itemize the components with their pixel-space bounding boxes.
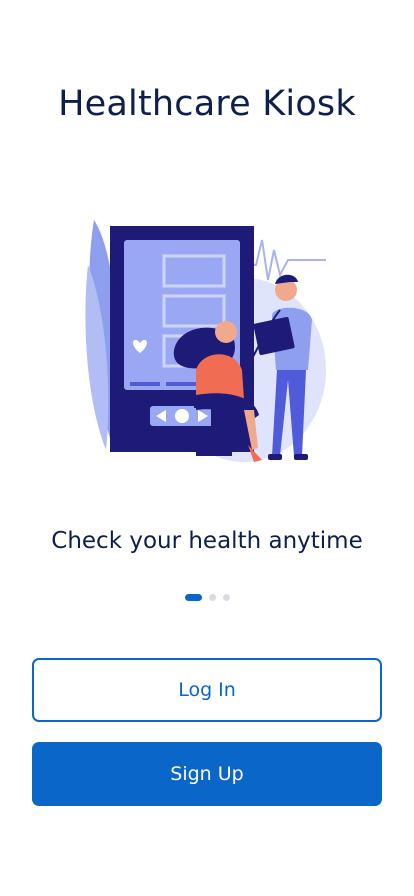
pager-dot-1[interactable] — [184, 594, 202, 601]
pager-dot-2[interactable] — [208, 594, 216, 601]
app-title: Healthcare Kiosk — [58, 84, 356, 124]
doctor-blood-pressure-illustration — [84, 220, 334, 470]
login-button[interactable]: Log In — [32, 658, 382, 722]
signup-button[interactable]: Sign Up — [32, 742, 382, 806]
pager-dot-3[interactable] — [222, 594, 230, 601]
onboarding-tagline: Check your health anytime — [51, 528, 363, 554]
onboarding-pager — [0, 594, 414, 601]
